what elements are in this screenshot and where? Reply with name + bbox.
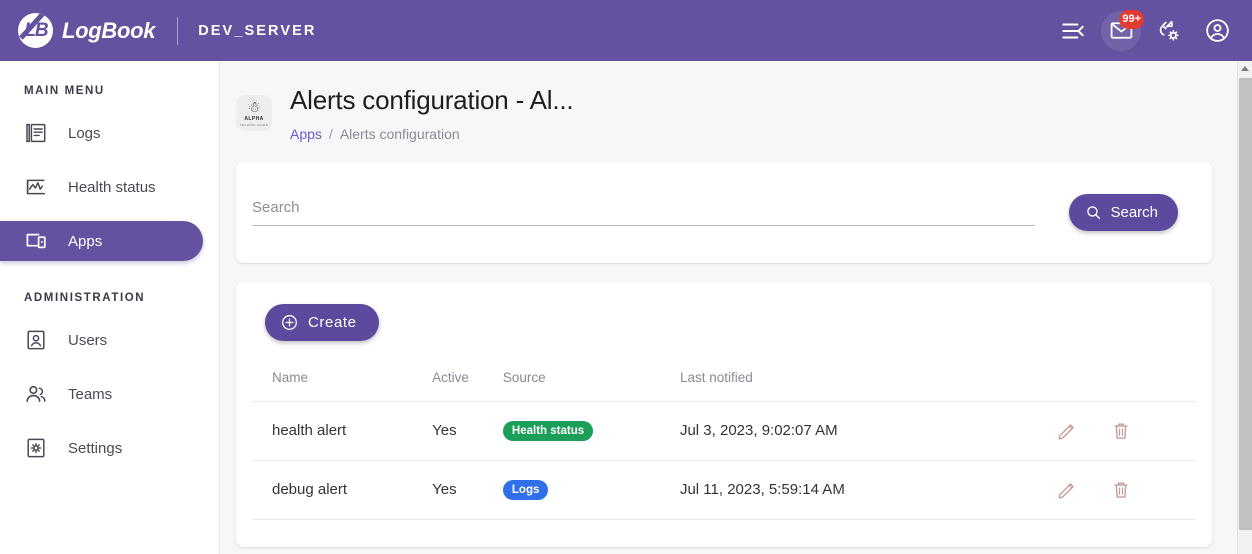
sidebar-section-administration: ADMINISTRATION — [24, 292, 146, 304]
breadcrumb-separator: / — [328, 125, 333, 142]
mail-button[interactable]: 99+ — [1101, 9, 1144, 51]
table-header-row: Name Active Source Last notified — [252, 369, 1196, 402]
server-name: DEV_SERVER — [198, 22, 317, 39]
sidebar-item-logs[interactable]: Logs — [0, 113, 219, 153]
page-title: Alerts configuration - Al... — [290, 85, 574, 115]
app-avatar: ☃ ALPHA TECHNOLOGIES — [236, 95, 272, 131]
account-button[interactable] — [1197, 11, 1237, 51]
sidebar-item-apps[interactable]: Apps — [0, 221, 203, 261]
cell-actions — [1013, 460, 1196, 520]
scroll-up-arrow-icon[interactable] — [1238, 61, 1252, 76]
page-header: ☃ ALPHA TECHNOLOGIES Alerts configuratio… — [220, 61, 1240, 142]
cell-name: debug alert — [252, 460, 433, 520]
create-button[interactable]: Create — [265, 303, 379, 341]
cell-last-notified: Jul 11, 2023, 5:59:14 AM — [679, 460, 1014, 520]
logbook-logo-icon: LB — [18, 13, 53, 48]
create-button-label: Create — [308, 313, 357, 331]
cell-active: Yes — [432, 460, 503, 520]
alerts-table-body: health alert Yes Health status Jul 3, 20… — [252, 401, 1196, 520]
sidebar-item-health-status[interactable]: Health status — [0, 167, 219, 207]
sidebar-item-settings[interactable]: Settings — [0, 428, 219, 468]
brand-divider — [177, 16, 179, 45]
cell-active: Yes — [432, 401, 503, 461]
column-header-source: Source — [502, 369, 680, 402]
cell-actions — [1013, 401, 1196, 461]
edit-pencil-icon[interactable] — [1056, 420, 1078, 442]
table-row[interactable]: health alert Yes Health status Jul 3, 20… — [252, 401, 1196, 461]
row-action-group — [1014, 420, 1196, 442]
sidebar-section-main-menu: MAIN MENU — [24, 85, 105, 97]
alerts-table: Name Active Source Last notified health … — [252, 369, 1196, 520]
breadcrumb-link-apps[interactable]: Apps — [290, 126, 322, 142]
sidebar-item-label: Health status — [68, 178, 156, 196]
source-badge: Health status — [502, 420, 594, 442]
cell-source: Logs — [502, 460, 680, 520]
sidebar-item-label: Settings — [68, 439, 123, 457]
top-bar: LB LogBook DEV_SERVER 99+ — [0, 0, 1252, 61]
app-avatar-subtitle: TECHNOLOGIES — [239, 123, 269, 127]
column-header-name: Name — [252, 369, 433, 402]
search-card: Search — [236, 161, 1212, 263]
table-row[interactable]: debug alert Yes Logs Jul 11, 2023, 5:59:… — [252, 460, 1196, 520]
sidebar-item-label: Teams — [68, 385, 113, 403]
search-icon — [1087, 206, 1101, 220]
user-badge-icon — [27, 330, 45, 350]
app-avatar-name: ALPHA — [244, 116, 264, 122]
breadcrumb: Apps / Alerts configuration — [290, 126, 573, 142]
search-button[interactable]: Search — [1069, 193, 1178, 231]
sync-settings-button[interactable] — [1149, 11, 1189, 51]
menu-collapse-button[interactable] — [1053, 11, 1093, 51]
source-badge: Logs — [502, 479, 549, 501]
sidebar-item-teams[interactable]: Teams — [0, 374, 219, 414]
sync-settings-icon — [1159, 20, 1179, 41]
menu-collapse-icon — [1062, 23, 1084, 38]
health-status-icon — [26, 179, 46, 195]
topbar-actions: 99+ — [1053, 9, 1252, 51]
search-input[interactable] — [252, 198, 1036, 226]
plus-circle-icon — [282, 314, 297, 330]
mail-unread-badge: 99+ — [1119, 9, 1144, 29]
cell-last-notified: Jul 3, 2023, 9:02:07 AM — [679, 401, 1014, 461]
search-field — [252, 198, 1036, 226]
settings-gear-icon — [27, 438, 45, 458]
alerts-table-card: Create Name Active Source Last notified … — [236, 281, 1212, 547]
brand[interactable]: LB LogBook — [0, 13, 156, 48]
cell-name: health alert — [252, 401, 433, 461]
sidebar-item-label: Users — [68, 331, 108, 349]
column-header-active: Active — [432, 369, 503, 402]
cell-source: Health status — [502, 401, 680, 461]
sidebar-item-label: Apps — [68, 232, 103, 250]
delete-trash-icon[interactable] — [1110, 479, 1132, 501]
sidebar: MAIN MENU Logs Health status Apps ADMINI… — [0, 61, 220, 554]
column-header-actions — [1013, 369, 1196, 402]
scrollbar-thumb[interactable] — [1239, 78, 1252, 530]
delete-trash-icon[interactable] — [1110, 420, 1132, 442]
brand-name: LogBook — [62, 17, 156, 43]
alerts-table-head: Name Active Source Last notified — [252, 369, 1196, 402]
app-root: LB LogBook DEV_SERVER 99+ MAIN MENU Logs… — [0, 0, 1252, 554]
page-header-text: Alerts configuration - Al... Apps / Aler… — [290, 85, 574, 142]
sidebar-item-users[interactable]: Users — [0, 320, 219, 360]
content-area: ☃ ALPHA TECHNOLOGIES Alerts configuratio… — [220, 61, 1240, 554]
row-action-group — [1014, 479, 1196, 501]
sidebar-item-label: Logs — [68, 124, 101, 142]
column-header-last-notified: Last notified — [679, 369, 1014, 402]
account-circle-icon — [1205, 19, 1229, 42]
teams-icon — [26, 385, 46, 402]
edit-pencil-icon[interactable] — [1056, 479, 1078, 501]
logs-icon — [26, 123, 46, 143]
apps-devices-icon — [26, 233, 46, 249]
search-button-label: Search — [1110, 203, 1158, 221]
logo-monogram: LB — [24, 19, 48, 41]
app-avatar-glyph: ☃ — [247, 99, 261, 116]
vertical-scrollbar[interactable] — [1237, 61, 1252, 554]
breadcrumb-current: Alerts configuration — [339, 125, 460, 142]
